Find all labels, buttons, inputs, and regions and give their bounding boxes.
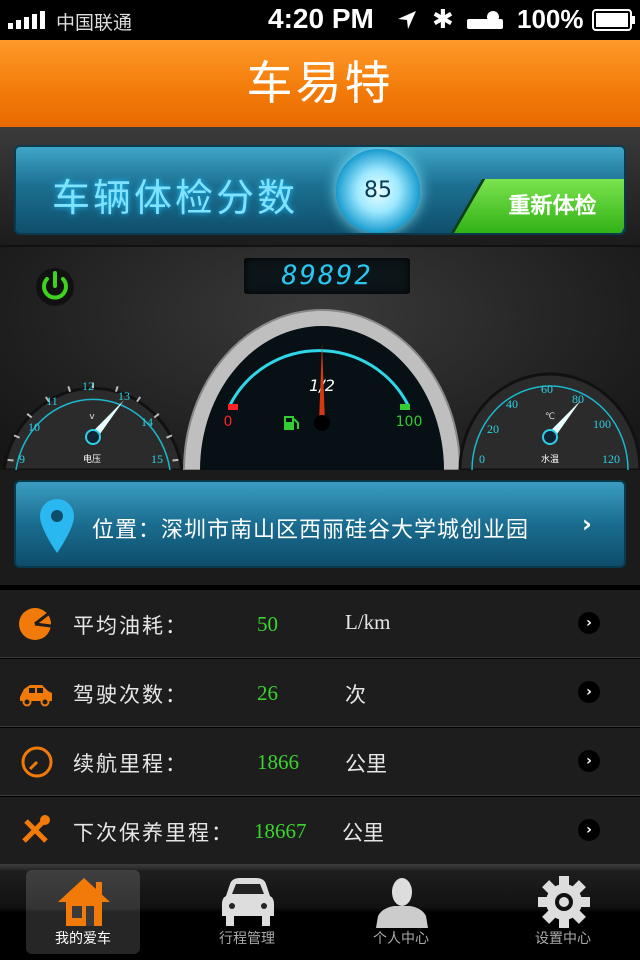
gear-icon — [538, 876, 590, 928]
location-button[interactable]: 位置：深圳市南山区西丽硅谷大学城创业园 › — [14, 480, 626, 568]
voltage-tick: 13 — [118, 389, 130, 403]
temp-tick: 40 — [506, 397, 518, 411]
voltage-tick: 9 — [19, 452, 25, 466]
tab-trip-management[interactable]: 行程管理 — [190, 870, 304, 954]
power-icon[interactable] — [35, 267, 75, 307]
odometer: 89892 — [244, 258, 410, 294]
dashboard: 89892 9 10 11 12 13 14 15 v 电压 0 100 1/2… — [0, 247, 640, 470]
temp-tick: 0 — [479, 452, 485, 466]
stat-unit: 公里 — [345, 752, 387, 776]
stat-unit: L/km — [345, 610, 391, 634]
speedometer-icon — [21, 746, 53, 778]
stat-label: 下次保养里程： — [73, 821, 234, 845]
map-pin-icon — [40, 499, 74, 553]
bluetooth-icon: ✱ — [432, 4, 454, 34]
score-bar: 车辆体检分数 85 重新体检 — [14, 145, 626, 235]
stat-row-drive-count[interactable]: 驾驶次数： 26 次 › — [0, 659, 640, 727]
stat-label: 驾驶次数： — [73, 683, 188, 707]
chevron-right-icon: › — [582, 510, 592, 538]
gauge-tick-mark — [172, 458, 179, 462]
battery-percent: 100% — [517, 4, 584, 34]
chevron-right-icon[interactable]: › — [578, 819, 600, 841]
recheck-button[interactable]: 重新体检 — [449, 179, 624, 233]
voltage-tick: 10 — [28, 420, 40, 434]
lock-rotation-icon — [467, 11, 503, 29]
tab-label: 设置中心 — [535, 931, 591, 947]
temp-tick: 120 — [602, 452, 620, 466]
gauge-tick-mark — [7, 458, 14, 462]
stat-value: 26 — [257, 681, 278, 705]
stat-unit: 公里 — [342, 821, 384, 845]
tab-label: 个人中心 — [373, 931, 429, 947]
status-bar: 中国联通 4:20 PM ✱ 100% — [0, 0, 640, 40]
stat-row-fuel-consumption[interactable]: 平均油耗： 50 L/km › — [0, 590, 640, 658]
temp-tick: 100 — [593, 417, 611, 431]
clock: 4:20 PM — [268, 3, 374, 34]
stat-value: 18667 — [254, 819, 307, 843]
tab-my-car[interactable]: 我的爱车 — [26, 870, 140, 954]
fuel-max-label: 100 — [396, 414, 423, 430]
stat-value: 50 — [257, 612, 278, 636]
voltage-unit: v — [89, 412, 95, 422]
temp-label: 水温 — [541, 453, 559, 465]
tools-icon — [22, 815, 50, 843]
stat-unit: 次 — [345, 683, 366, 707]
car-icon — [222, 878, 274, 926]
car-icon — [20, 685, 52, 707]
voltage-tick: 15 — [151, 452, 163, 466]
voltage-gauge: 9 10 11 12 13 14 15 v 电压 — [2, 379, 184, 470]
signal-icon — [8, 11, 45, 29]
user-icon — [376, 878, 428, 928]
stat-value: 1866 — [257, 750, 299, 774]
chevron-right-icon[interactable]: › — [578, 750, 600, 772]
fuel-min-label: 0 — [224, 414, 233, 430]
stat-label: 续航里程： — [73, 752, 188, 776]
voltage-label: 电压 — [83, 453, 101, 465]
voltage-tick: 14 — [141, 415, 153, 429]
stat-row-range[interactable]: 续航里程： 1866 公里 › — [0, 728, 640, 796]
home-icon — [58, 878, 110, 926]
tab-label: 行程管理 — [219, 931, 275, 947]
location-text: 位置：深圳市南山区西丽硅谷大学城创业园 — [92, 518, 530, 543]
stat-label: 平均油耗： — [73, 614, 188, 638]
app-title: 车易特 — [246, 56, 394, 110]
score-value: 85 — [336, 149, 420, 233]
fuel-gauge: 0 100 1/2 — [182, 309, 462, 470]
tab-settings-center[interactable]: 设置中心 — [506, 870, 620, 954]
battery-icon — [592, 9, 635, 31]
score-label: 车辆体检分数 — [52, 176, 299, 220]
stat-row-next-maintenance[interactable]: 下次保养里程： 18667 公里 › — [0, 797, 640, 865]
location-panel: 位置：深圳市南山区西丽硅谷大学城创业园 › — [0, 470, 640, 585]
carrier: 中国联通 — [56, 13, 133, 34]
voltage-tick: 11 — [46, 394, 58, 408]
temp-tick: 60 — [541, 382, 553, 396]
tab-label: 我的爱车 — [55, 931, 111, 947]
chevron-right-icon[interactable]: › — [578, 681, 600, 703]
temp-tick: 20 — [487, 422, 499, 436]
tab-bar: 我的爱车 行程管理 个人中心 设置中心 — [0, 865, 640, 960]
chevron-right-icon[interactable]: › — [578, 612, 600, 634]
app-header: 车易特 — [0, 40, 640, 127]
voltage-tick: 12 — [82, 379, 94, 393]
location-arrow-icon — [398, 11, 416, 29]
score-panel: 车辆体检分数 85 重新体检 — [0, 127, 640, 247]
tab-personal-center[interactable]: 个人中心 — [344, 870, 458, 954]
gauge-pie-icon — [19, 608, 52, 640]
water-temp-gauge: 0 20 40 60 80 100 120 ℃ 水温 — [458, 372, 640, 470]
temp-unit: ℃ — [545, 412, 555, 422]
